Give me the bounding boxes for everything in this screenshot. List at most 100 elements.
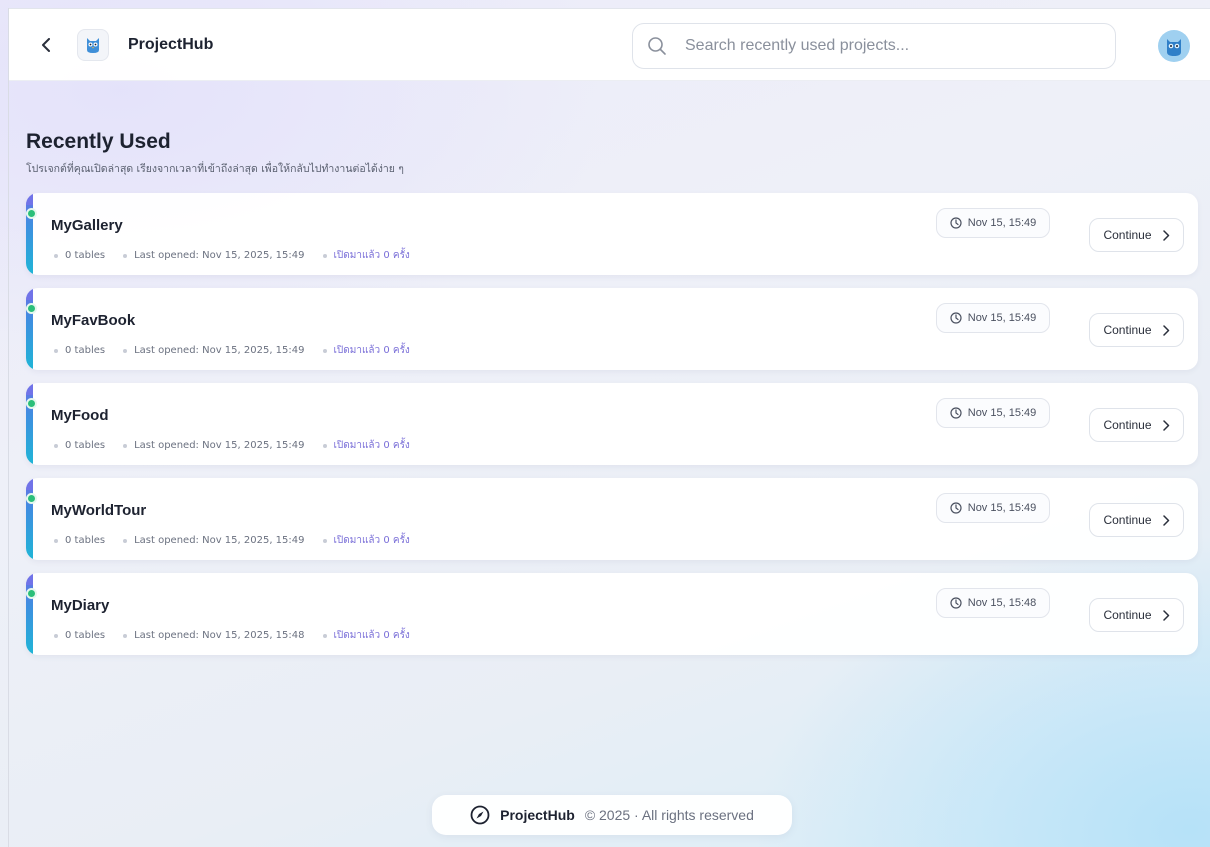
- continue-button[interactable]: Continue: [1089, 598, 1184, 632]
- bullet-dot: [123, 538, 128, 543]
- meta-last-opened: Last opened: Nov 15, 2025, 15:48: [123, 630, 305, 641]
- clock-icon: [950, 312, 962, 324]
- status-dot: [26, 493, 37, 504]
- bullet-dot: [322, 443, 327, 448]
- time-badge: Nov 15, 15:49: [936, 493, 1050, 523]
- search-input[interactable]: [685, 32, 1105, 60]
- status-dot: [26, 398, 37, 409]
- continue-label: Continue: [1103, 608, 1152, 622]
- meta-tables: 0 tables: [54, 345, 105, 356]
- project-meta: 0 tables Last opened: Nov 15, 2025, 15:4…: [54, 343, 428, 358]
- app-logo[interactable]: [77, 29, 109, 61]
- project-meta: 0 tables Last opened: Nov 15, 2025, 15:4…: [54, 438, 428, 453]
- project-meta: 0 tables Last opened: Nov 15, 2025, 15:4…: [54, 248, 428, 263]
- meta-tables: 0 tables: [54, 250, 105, 261]
- bullet-dot: [54, 348, 58, 353]
- time-text: Nov 15, 15:48: [967, 597, 1037, 609]
- time-badge: Nov 15, 15:48: [936, 588, 1050, 618]
- continue-button[interactable]: Continue: [1089, 218, 1184, 252]
- bullet-dot: [322, 253, 327, 258]
- page-title: Recently Used: [26, 130, 171, 153]
- bullet-dot: [54, 633, 58, 638]
- owl-avatar-icon: [1167, 39, 1181, 56]
- project-card[interactable]: MyFood 0 tables Last opened: Nov 15, 202…: [26, 383, 1198, 465]
- visits-text: เปิดมาแล้ว 0 ครั้ง: [333, 535, 410, 546]
- meta-last-opened: Last opened: Nov 15, 2025, 15:49: [123, 345, 305, 356]
- chevron-right-icon: [1162, 609, 1169, 621]
- accent-cap: [26, 573, 33, 585]
- search-box[interactable]: [632, 23, 1116, 69]
- bullet-dot: [123, 253, 128, 258]
- meta-visits: เปิดมาแล้ว 0 ครั้ง: [322, 343, 410, 358]
- footer-copyright: © 2025 · All rights reserved: [584, 807, 754, 823]
- time-badge: Nov 15, 15:49: [936, 208, 1050, 238]
- project-card[interactable]: MyGallery 0 tables Last opened: Nov 15, …: [26, 193, 1198, 275]
- owl-logo-icon: [87, 38, 99, 53]
- time-badge: Nov 15, 15:49: [936, 303, 1050, 333]
- clock-icon: [950, 407, 962, 419]
- chevron-right-icon: [1162, 419, 1169, 431]
- project-name: MyWorldTour: [51, 502, 147, 519]
- clock-icon: [950, 502, 962, 514]
- continue-button[interactable]: Continue: [1089, 503, 1184, 537]
- clock-icon: [950, 597, 962, 609]
- footer: ProjectHub © 2025 · All rights reserved: [432, 795, 792, 835]
- project-name: MyFavBook: [51, 312, 136, 329]
- bullet-dot: [54, 443, 58, 448]
- chevron-right-icon: [1162, 229, 1169, 241]
- accent-cap: [26, 383, 33, 395]
- time-badge: Nov 15, 15:49: [936, 398, 1050, 428]
- bullet-dot: [54, 253, 58, 258]
- tables-count: 0 tables: [65, 440, 106, 451]
- continue-button[interactable]: Continue: [1089, 408, 1184, 442]
- meta-last-opened: Last opened: Nov 15, 2025, 15:49: [123, 440, 305, 451]
- time-text: Nov 15, 15:49: [967, 502, 1037, 514]
- meta-tables: 0 tables: [54, 630, 105, 641]
- user-avatar[interactable]: [1158, 30, 1190, 62]
- meta-visits: เปิดมาแล้ว 0 ครั้ง: [322, 533, 410, 548]
- bullet-dot: [322, 348, 327, 353]
- time-text: Nov 15, 15:49: [967, 217, 1037, 229]
- footer-brand: ProjectHub: [500, 807, 575, 823]
- meta-tables: 0 tables: [54, 535, 105, 546]
- tables-count: 0 tables: [65, 535, 106, 546]
- status-dot: [26, 208, 37, 219]
- accent-cap: [26, 478, 33, 490]
- last-opened-text: Last opened: Nov 15, 2025, 15:49: [134, 345, 305, 356]
- meta-tables: 0 tables: [54, 440, 105, 451]
- project-card[interactable]: MyWorldTour 0 tables Last opened: Nov 15…: [26, 478, 1198, 560]
- page-subtitle: โปรเจกต์ที่คุณเปิดล่าสุด เรียงจากเวลาที่…: [26, 163, 404, 175]
- project-name: MyGallery: [51, 217, 123, 234]
- continue-label: Continue: [1103, 323, 1152, 337]
- accent-bar: [26, 573, 33, 655]
- back-button[interactable]: [35, 33, 59, 57]
- project-card[interactable]: MyDiary 0 tables Last opened: Nov 15, 20…: [26, 573, 1198, 655]
- visits-text: เปิดมาแล้ว 0 ครั้ง: [333, 440, 410, 451]
- project-name: MyFood: [51, 407, 109, 424]
- compass-icon: [470, 805, 490, 825]
- tables-count: 0 tables: [65, 345, 106, 356]
- project-list: MyGallery 0 tables Last opened: Nov 15, …: [26, 193, 1198, 668]
- bullet-dot: [322, 633, 327, 638]
- meta-visits: เปิดมาแล้ว 0 ครั้ง: [322, 438, 410, 453]
- time-text: Nov 15, 15:49: [967, 312, 1037, 324]
- bullet-dot: [123, 348, 128, 353]
- clock-icon: [950, 217, 962, 229]
- visits-text: เปิดมาแล้ว 0 ครั้ง: [333, 345, 410, 356]
- accent-bar: [26, 478, 33, 560]
- visits-text: เปิดมาแล้ว 0 ครั้ง: [333, 250, 410, 261]
- search-icon: [648, 37, 666, 55]
- time-text: Nov 15, 15:49: [967, 407, 1037, 419]
- top-bar: ProjectHub: [9, 9, 1210, 81]
- bullet-dot: [123, 633, 128, 638]
- chevron-right-icon: [1162, 324, 1169, 336]
- accent-cap: [26, 288, 33, 300]
- accent-bar: [26, 383, 33, 465]
- continue-label: Continue: [1103, 513, 1152, 527]
- status-dot: [26, 588, 37, 599]
- last-opened-text: Last opened: Nov 15, 2025, 15:48: [134, 630, 305, 641]
- continue-button[interactable]: Continue: [1089, 313, 1184, 347]
- meta-visits: เปิดมาแล้ว 0 ครั้ง: [322, 248, 410, 263]
- meta-visits: เปิดมาแล้ว 0 ครั้ง: [322, 628, 410, 643]
- project-card[interactable]: MyFavBook 0 tables Last opened: Nov 15, …: [26, 288, 1198, 370]
